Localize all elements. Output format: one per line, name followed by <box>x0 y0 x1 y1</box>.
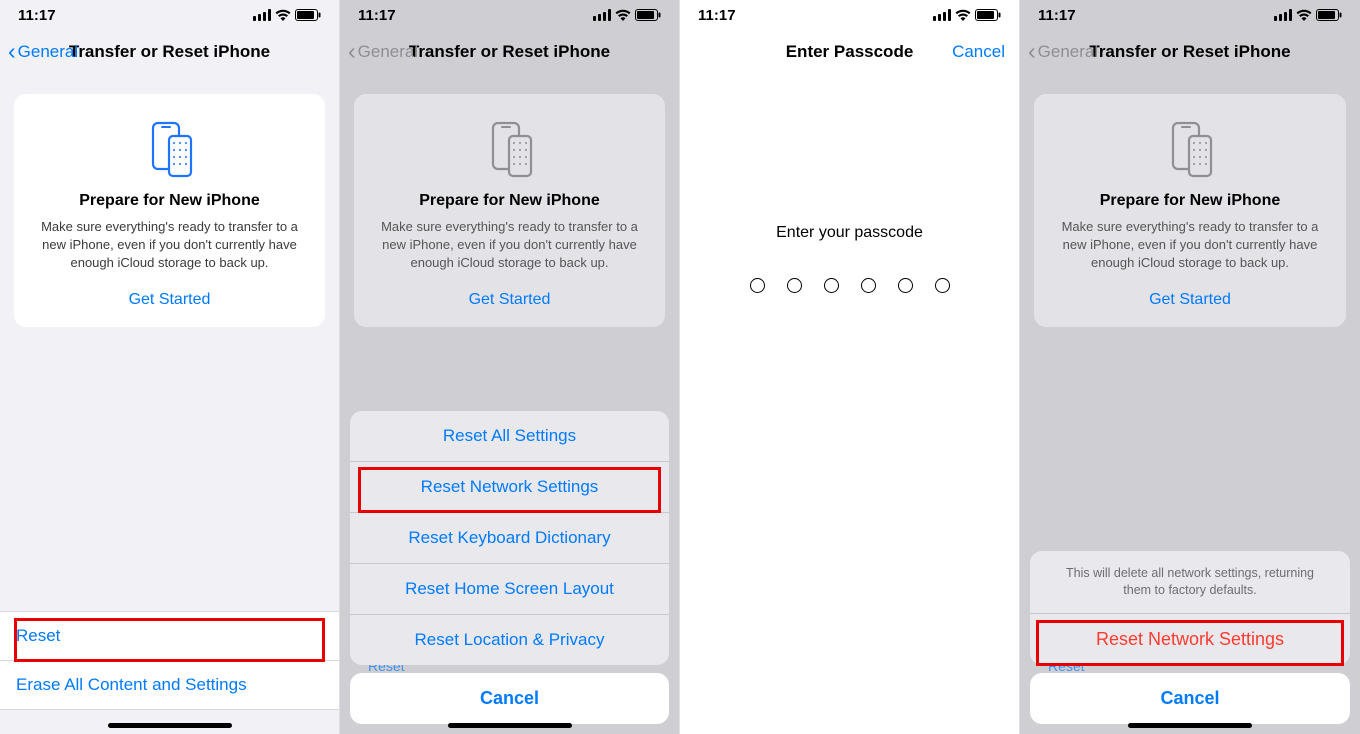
nav-bar: ‹ General Transfer or Reset iPhone <box>0 30 339 74</box>
passcode-dot <box>861 278 876 293</box>
screen-transfer-reset: 11:17 ‹ General Transfer or Reset iPhone <box>0 0 340 734</box>
nav-title: Transfer or Reset iPhone <box>69 42 270 62</box>
status-time: 11:17 <box>698 7 736 24</box>
reset-keyboard-dictionary[interactable]: Reset Keyboard Dictionary <box>350 513 669 564</box>
get-started-button[interactable]: Get Started <box>28 291 311 309</box>
nav-bar: ‹ General Transfer or Reset iPhone <box>340 30 679 74</box>
prepare-card: Prepare for New iPhone Make sure everyth… <box>14 94 325 327</box>
home-indicator <box>108 723 232 728</box>
card-title: Prepare for New iPhone <box>368 192 651 210</box>
bottom-list: Reset Erase All Content and Settings <box>0 611 339 710</box>
home-indicator <box>448 723 572 728</box>
passcode-dot <box>898 278 913 293</box>
get-started-button: Get Started <box>368 291 651 309</box>
sheet-cancel-button[interactable]: Cancel <box>350 673 669 724</box>
card-title: Prepare for New iPhone <box>28 192 311 210</box>
reset-all-settings[interactable]: Reset All Settings <box>350 411 669 462</box>
nav-title: Transfer or Reset iPhone <box>409 42 610 62</box>
status-icons <box>253 9 321 21</box>
passcode-dot <box>824 278 839 293</box>
status-bar: 11:17 <box>680 0 1019 30</box>
back-button-disabled: ‹ General <box>348 41 418 64</box>
back-label: General <box>1038 42 1098 62</box>
status-bar: 11:17 <box>0 0 339 30</box>
back-label: General <box>358 42 418 62</box>
cancel-button[interactable]: Cancel <box>952 42 1005 62</box>
reset-action-sheet: Reset All Settings Reset Network Setting… <box>350 411 669 724</box>
chevron-left-icon: ‹ <box>1028 40 1036 63</box>
status-icons <box>1274 9 1342 21</box>
back-label: General <box>18 42 78 62</box>
card-title: Prepare for New iPhone <box>1048 192 1332 210</box>
passcode-dot <box>787 278 802 293</box>
passcode-dot <box>750 278 765 293</box>
back-button[interactable]: ‹ General <box>8 41 78 64</box>
status-time: 11:17 <box>1038 7 1076 24</box>
chevron-left-icon: ‹ <box>348 40 356 63</box>
confirm-action-sheet: This will delete all network settings, r… <box>1030 551 1350 724</box>
back-button-disabled: ‹ General <box>1028 41 1098 64</box>
confirm-reset-network-button[interactable]: Reset Network Settings <box>1030 614 1350 665</box>
devices-icon <box>1048 114 1332 186</box>
reset-home-screen-layout[interactable]: Reset Home Screen Layout <box>350 564 669 615</box>
screen-passcode: 11:17 Enter Passcode Cancel Enter your p… <box>680 0 1020 734</box>
reset-row[interactable]: Reset <box>0 611 339 661</box>
devices-icon <box>368 114 651 186</box>
card-body: Make sure everything's ready to transfer… <box>368 218 651 273</box>
prepare-card-dimmed: Prepare for New iPhone Make sure everyth… <box>354 94 665 327</box>
status-time: 11:17 <box>358 7 396 24</box>
devices-icon <box>28 114 311 186</box>
prepare-card-dimmed: Prepare for New iPhone Make sure everyth… <box>1034 94 1346 327</box>
card-body: Make sure everything's ready to transfer… <box>1048 218 1332 273</box>
get-started-button: Get Started <box>1048 291 1332 309</box>
chevron-left-icon: ‹ <box>8 40 16 63</box>
nav-title: Enter Passcode <box>786 42 914 62</box>
reset-location-privacy[interactable]: Reset Location & Privacy <box>350 615 669 665</box>
screen-confirm-reset: 11:17 ‹ General Transfer or Reset iPhone <box>1020 0 1360 734</box>
passcode-prompt: Enter your passcode <box>680 224 1019 242</box>
status-icons <box>933 9 1001 21</box>
reset-network-settings[interactable]: Reset Network Settings <box>350 462 669 513</box>
passcode-dot <box>935 278 950 293</box>
sheet-cancel-button[interactable]: Cancel <box>1030 673 1350 724</box>
erase-row[interactable]: Erase All Content and Settings <box>0 661 339 710</box>
passcode-dots[interactable] <box>680 278 1019 293</box>
status-bar: 11:17 <box>1020 0 1360 30</box>
status-bar: 11:17 <box>340 0 679 30</box>
screen-reset-sheet: 11:17 ‹ General Transfer or Reset iPhone <box>340 0 680 734</box>
passcode-area: Enter your passcode <box>680 224 1019 293</box>
card-body: Make sure everything's ready to transfer… <box>28 218 311 273</box>
status-icons <box>593 9 661 21</box>
home-indicator <box>1128 723 1252 728</box>
status-time: 11:17 <box>18 7 56 24</box>
confirm-message: This will delete all network settings, r… <box>1030 551 1350 614</box>
nav-bar: Enter Passcode Cancel <box>680 30 1019 74</box>
nav-title: Transfer or Reset iPhone <box>1089 42 1290 62</box>
nav-bar: ‹ General Transfer or Reset iPhone <box>1020 30 1360 74</box>
